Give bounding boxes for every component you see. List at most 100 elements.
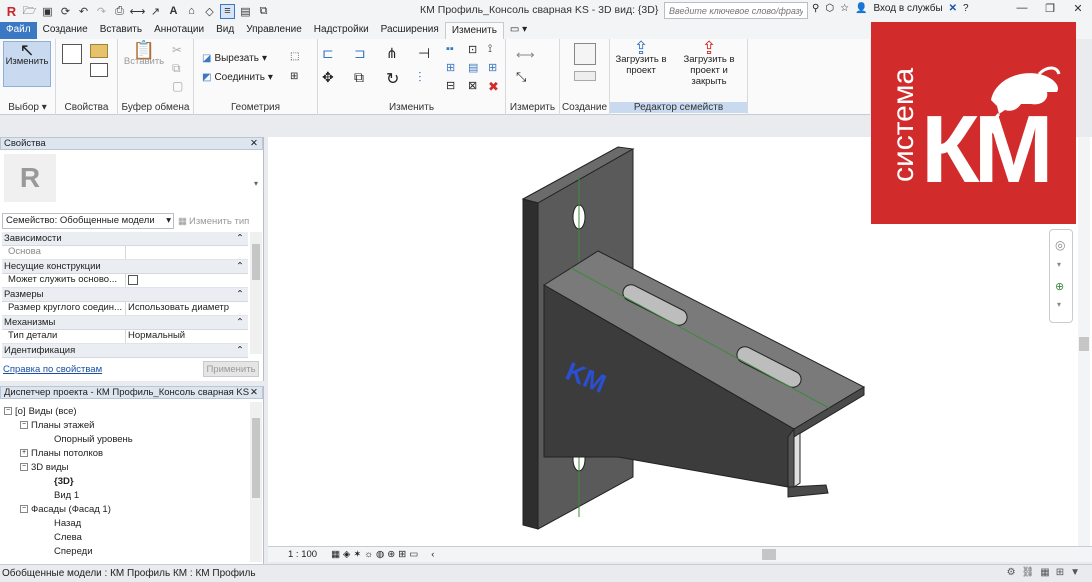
tree-node-active[interactable]: {3D} xyxy=(54,474,74,488)
group-dimensions[interactable]: Размеры ⌃ xyxy=(2,288,248,302)
hscroll-thumb[interactable] xyxy=(762,549,776,560)
measure-icon[interactable]: ⟷ xyxy=(130,4,146,19)
tree-node[interactable]: −3D виды xyxy=(20,460,69,474)
group-mechanical[interactable]: Механизмы ⌃ xyxy=(2,316,248,330)
exchange-icon[interactable]: ✕ xyxy=(949,3,957,14)
tab-annotate[interactable]: Аннотации xyxy=(148,22,210,39)
tree-node[interactable]: − Фасады (Фасад 1) xyxy=(20,502,111,516)
properties-scrollbar[interactable] xyxy=(250,232,262,354)
match-icon[interactable]: ▢ xyxy=(172,79,188,95)
collapse-toggle-icon[interactable]: − xyxy=(20,421,28,429)
scrollbar-thumb[interactable] xyxy=(252,244,260,280)
property-row[interactable]: Может служить осново... xyxy=(2,274,248,288)
collapse-toggle-icon[interactable]: − xyxy=(20,463,28,471)
3d-view-icon[interactable]: ⌂ xyxy=(184,4,199,19)
trim-icon[interactable]: ⊣ xyxy=(418,45,434,61)
annotate-icon[interactable]: ↗ xyxy=(148,4,163,19)
redo-icon[interactable]: ↷ xyxy=(94,4,109,19)
group-icon[interactable]: ▤ xyxy=(468,61,484,77)
open-icon[interactable]: 🗁 xyxy=(22,4,37,19)
properties-help-link[interactable]: Справка по свойствам xyxy=(3,364,102,375)
text-icon[interactable]: A xyxy=(166,4,181,19)
align-icon[interactable]: ⊏ xyxy=(322,45,338,61)
copy-icon[interactable]: ⧉ xyxy=(172,61,188,77)
zoom-icon[interactable]: ⊕ xyxy=(1055,280,1064,293)
load-and-close-button[interactable]: ⇪ Загрузить в проект и закрыть xyxy=(672,39,746,87)
load-into-project-button[interactable]: ⇪ Загрузить в проект xyxy=(612,39,670,76)
apply-button[interactable]: Применить xyxy=(203,361,259,377)
close-icon[interactable]: ✕ xyxy=(1064,0,1092,16)
properties-close-icon[interactable]: ✕ xyxy=(250,138,258,149)
property-row[interactable]: Тип детали Нормальный xyxy=(2,330,248,344)
undo-icon[interactable]: ↶ xyxy=(76,4,91,19)
modify-button[interactable]: ↖ Изменить xyxy=(3,41,51,87)
cut-geometry-button[interactable]: ◪ Вырезать ▾ xyxy=(202,53,267,64)
array-icon[interactable]: ▪▪ xyxy=(446,43,462,59)
measure-between-icon[interactable]: ⟷ xyxy=(516,47,535,63)
offset-icon[interactable]: ⊐ xyxy=(354,45,370,61)
tree-node[interactable]: − [o] Виды (все) xyxy=(4,404,77,418)
close-hidden-icon[interactable]: ▤ xyxy=(238,4,253,19)
pin-icon[interactable]: ⊟ xyxy=(446,79,462,95)
copy-element-icon[interactable]: ⧉ xyxy=(354,69,370,85)
save-icon[interactable]: ▣ xyxy=(40,4,55,19)
search-input[interactable] xyxy=(664,2,808,19)
mirror-icon[interactable]: ⋔ xyxy=(386,45,402,61)
group-identity[interactable]: Идентификация ⌃ xyxy=(2,344,248,358)
type-properties-icon[interactable] xyxy=(90,44,108,58)
user-icon[interactable]: 👤 xyxy=(855,3,867,14)
move-icon[interactable]: ✥ xyxy=(322,69,338,85)
rotate-icon[interactable]: ↻ xyxy=(386,69,402,88)
scrollbar-thumb[interactable] xyxy=(252,418,260,498)
tree-node[interactable]: + Планы потолков xyxy=(20,446,103,460)
browser-close-icon[interactable]: ✕ xyxy=(250,387,258,398)
tree-node[interactable]: Опорный уровень xyxy=(54,432,133,446)
tab-extra-icon[interactable]: ▭ ▾ xyxy=(504,22,533,39)
sync-icon[interactable]: ⟳ xyxy=(58,4,73,19)
viewport-vscroll[interactable] xyxy=(1078,137,1090,546)
delete-icon[interactable]: ✖ xyxy=(488,79,504,95)
collapse-toggle-icon[interactable]: − xyxy=(4,407,12,415)
maximize-icon[interactable]: ❐ xyxy=(1036,0,1064,16)
lock-icon[interactable]: ⊠ xyxy=(468,79,484,95)
subscription-icon[interactable]: ⬡ xyxy=(825,3,834,14)
create-similar-icon[interactable] xyxy=(574,43,596,65)
cope-icon[interactable]: ⬚ xyxy=(290,51,306,67)
view-control-icons[interactable]: ▦◈✶☼◍⊛⊞▭ xyxy=(331,549,421,560)
edit-type-button[interactable]: ▦ Изменить тип xyxy=(178,213,260,229)
family-selector[interactable]: Семейство: Обобщенные модели ▾ xyxy=(2,213,174,229)
tree-node[interactable]: Вид 1 xyxy=(54,488,79,502)
host-checkbox[interactable] xyxy=(128,275,138,285)
panel-select-label[interactable]: Выбор ▾ xyxy=(0,102,55,113)
tree-node[interactable]: Слева xyxy=(54,530,82,544)
tab-create[interactable]: Создание xyxy=(37,22,94,39)
section-icon[interactable]: ◇ xyxy=(202,4,217,19)
app-r-icon[interactable]: R xyxy=(4,4,19,19)
binoculars-icon[interactable]: ⚲ xyxy=(812,3,819,14)
property-row[interactable]: Размер круглого соедин... Использовать ди… xyxy=(2,302,248,316)
tab-view[interactable]: Вид xyxy=(210,22,240,39)
help-icon[interactable]: ? xyxy=(963,3,969,14)
property-row[interactable]: Основа xyxy=(2,246,248,260)
tab-modify[interactable]: Изменить xyxy=(444,22,504,39)
type-selector-dropdown-icon[interactable]: ▾ xyxy=(254,179,258,188)
nav-dropdown-icon[interactable]: ▾ xyxy=(1057,300,1061,309)
properties-icon[interactable] xyxy=(62,44,82,64)
scale-icon[interactable]: ⊞ xyxy=(446,61,462,77)
grid-icon[interactable]: ⊞ xyxy=(488,61,504,77)
scrollbar-thumb[interactable] xyxy=(1079,337,1089,351)
minimize-icon[interactable]: — xyxy=(1008,0,1036,16)
tab-addins[interactable]: Надстройки xyxy=(308,22,375,39)
paste-button[interactable]: 📋 Вставить xyxy=(124,41,164,67)
view-cube-icon[interactable]: ◎ xyxy=(1055,238,1065,252)
split-face-icon[interactable]: ⊞ xyxy=(290,71,306,87)
nav-dropdown-icon[interactable]: ▾ xyxy=(1057,260,1061,269)
browser-scrollbar[interactable] xyxy=(250,402,262,562)
unpin-icon[interactable]: ⊡ xyxy=(468,43,484,59)
cut-icon[interactable]: ✂ xyxy=(172,43,188,59)
tab-file[interactable]: Файл xyxy=(0,22,37,39)
group-constraints[interactable]: Зависимости ⌃ xyxy=(2,232,248,246)
thin-lines-icon[interactable]: ≡ xyxy=(220,3,235,19)
tab-extensions[interactable]: Расширения xyxy=(375,22,445,39)
tab-manage[interactable]: Управление xyxy=(240,22,308,39)
